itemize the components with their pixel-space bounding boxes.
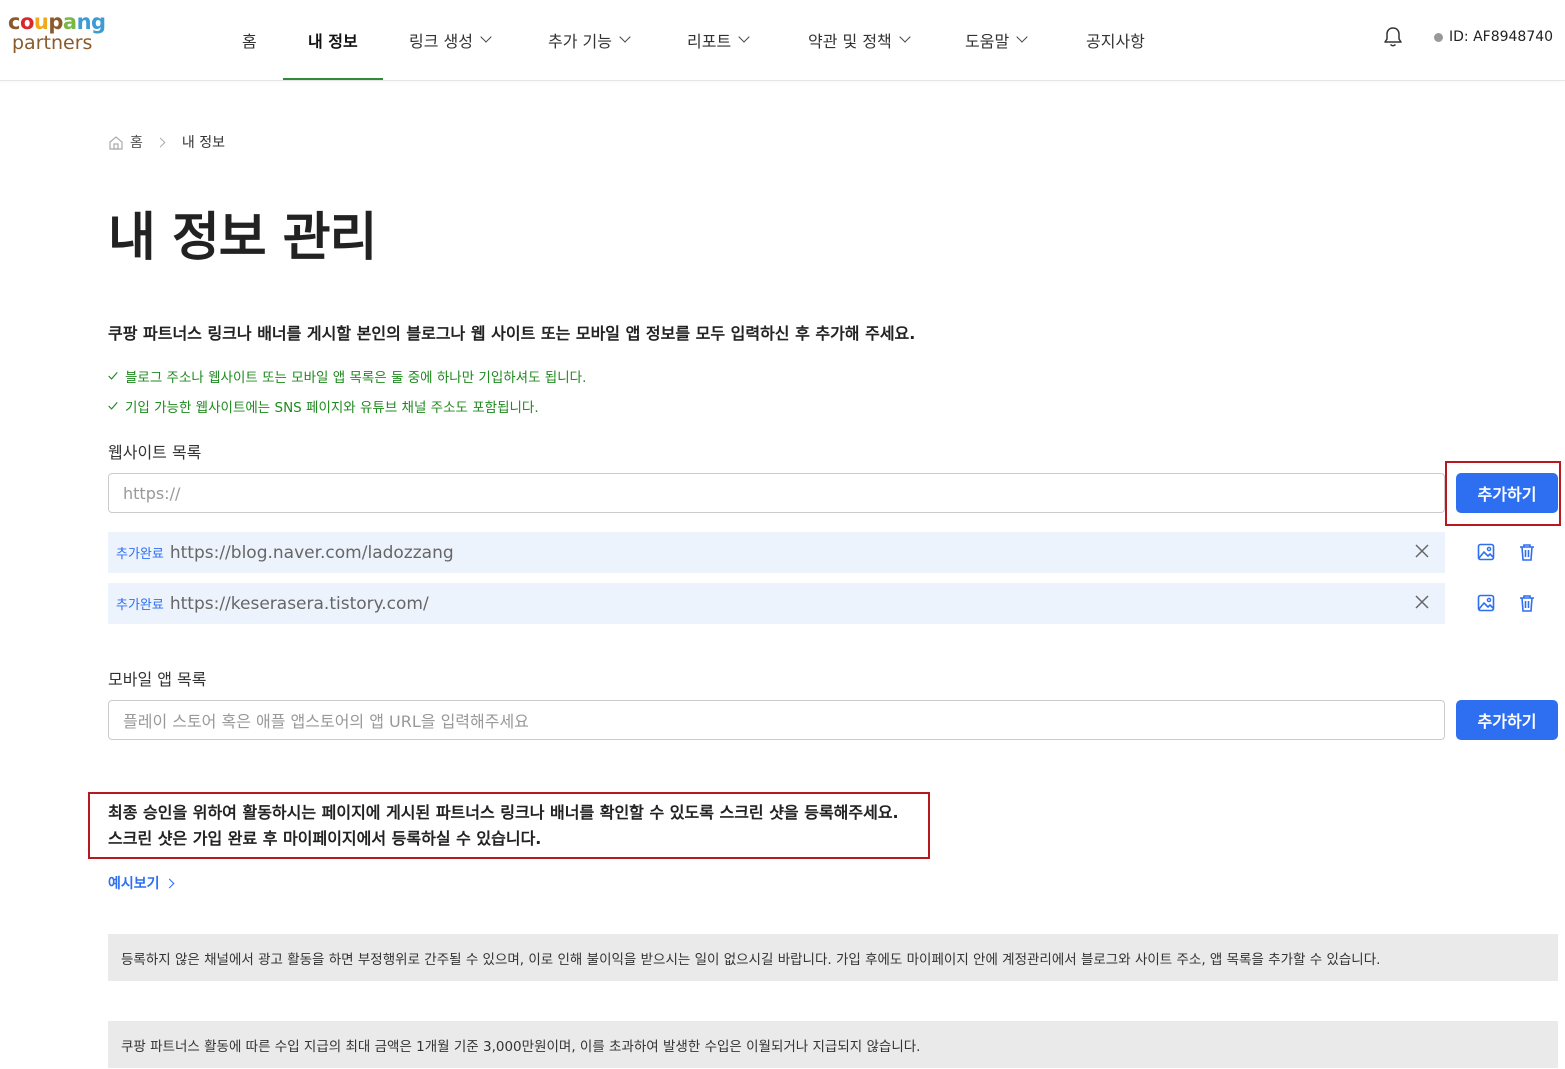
chevron-right-icon bbox=[155, 137, 166, 147]
info-box-channel: 등록하지 않은 채널에서 광고 활동을 하면 부정행위로 간주될 수 있으며, … bbox=[108, 934, 1558, 981]
check-icon bbox=[108, 372, 118, 380]
lead-text: 쿠팡 파트너스 링크나 배너를 게시할 본인의 블로그나 웹 사이트 또는 모바… bbox=[108, 324, 916, 343]
breadcrumb-current: 내 정보 bbox=[181, 135, 225, 151]
bell-icon[interactable] bbox=[1383, 26, 1403, 48]
page-title: 내 정보 관리 bbox=[108, 208, 377, 268]
chevron-down-icon bbox=[619, 31, 631, 43]
trash-icon[interactable] bbox=[1518, 543, 1536, 561]
nav-extra-features[interactable]: 추가 기능 bbox=[548, 0, 631, 79]
image-icon[interactable] bbox=[1477, 543, 1495, 561]
website-url: https://keserasera.tistory.com/ bbox=[169, 593, 429, 614]
breadcrumb-home[interactable]: 홈 bbox=[130, 132, 143, 152]
example-link[interactable]: 예시보기 bbox=[108, 873, 174, 893]
logo-partners: partners bbox=[12, 32, 93, 54]
home-icon bbox=[109, 135, 123, 150]
website-list-label: 웹사이트 목록 bbox=[108, 443, 202, 462]
info-box-payment: 쿠팡 파트너스 활동에 따른 수입 지급의 최대 금액은 1개월 기준 3,00… bbox=[108, 1021, 1558, 1068]
close-icon[interactable] bbox=[1415, 595, 1429, 609]
screenshot-notice: 최종 승인을 위하여 활동하시는 페이지에 게시된 파트너스 링크나 배너를 확… bbox=[108, 803, 899, 848]
mobile-app-url-input[interactable]: 플레이 스토어 혹은 애플 앱스토어의 앱 URL을 입력해주세요 bbox=[108, 700, 1445, 740]
check-note-2: 기입 가능한 웹사이트에는 SNS 페이지와 유튜브 채널 주소도 포함됩니다. bbox=[108, 396, 539, 416]
user-id[interactable]: ID: AF8948740 bbox=[1434, 29, 1553, 45]
active-nav-indicator bbox=[283, 78, 383, 80]
nav-report[interactable]: 리포트 bbox=[687, 0, 750, 79]
coupang-partners-logo[interactable]: coupang partners bbox=[8, 12, 106, 53]
website-item: 추가완료 https://blog.naver.com/ladozzang bbox=[108, 532, 1445, 573]
add-website-button[interactable]: 추가하기 bbox=[1456, 473, 1558, 513]
nav-notice[interactable]: 공지사항 bbox=[1086, 0, 1145, 79]
nav-terms-policy[interactable]: 약관 및 정책 bbox=[808, 0, 911, 79]
image-icon[interactable] bbox=[1477, 594, 1495, 612]
chevron-right-icon bbox=[164, 878, 174, 888]
nav-help[interactable]: 도움말 bbox=[965, 0, 1028, 79]
top-header: coupang partners 홈 내 정보 링크 생성 추가 기능 리포트 … bbox=[0, 0, 1565, 81]
breadcrumb: 홈 내 정보 bbox=[108, 132, 225, 152]
chevron-down-icon bbox=[738, 31, 750, 43]
close-icon[interactable] bbox=[1415, 544, 1429, 558]
status-badge: 추가완료 bbox=[116, 598, 164, 613]
nav-home[interactable]: 홈 bbox=[242, 0, 257, 79]
check-note-1: 블로그 주소나 웹사이트 또는 모바일 앱 목록은 둘 중에 하나만 기입하셔도… bbox=[108, 366, 586, 386]
nav-my-info[interactable]: 내 정보 bbox=[308, 0, 358, 79]
check-icon bbox=[108, 402, 118, 410]
chevron-down-icon bbox=[480, 31, 492, 43]
website-url: https://blog.naver.com/ladozzang bbox=[169, 542, 454, 563]
website-url-input[interactable]: https:// bbox=[108, 473, 1445, 513]
chevron-down-icon bbox=[899, 31, 911, 43]
trash-icon[interactable] bbox=[1518, 594, 1536, 612]
status-dot-icon bbox=[1434, 32, 1443, 42]
status-badge: 추가완료 bbox=[116, 547, 164, 562]
chevron-down-icon bbox=[1016, 31, 1028, 43]
mobile-app-list-label: 모바일 앱 목록 bbox=[108, 670, 207, 689]
add-mobile-app-button[interactable]: 추가하기 bbox=[1456, 700, 1558, 740]
logo-wordmark: coupang bbox=[8, 10, 106, 34]
website-item: 추가완료 https://keserasera.tistory.com/ bbox=[108, 583, 1445, 624]
nav-link-create[interactable]: 링크 생성 bbox=[409, 0, 492, 79]
